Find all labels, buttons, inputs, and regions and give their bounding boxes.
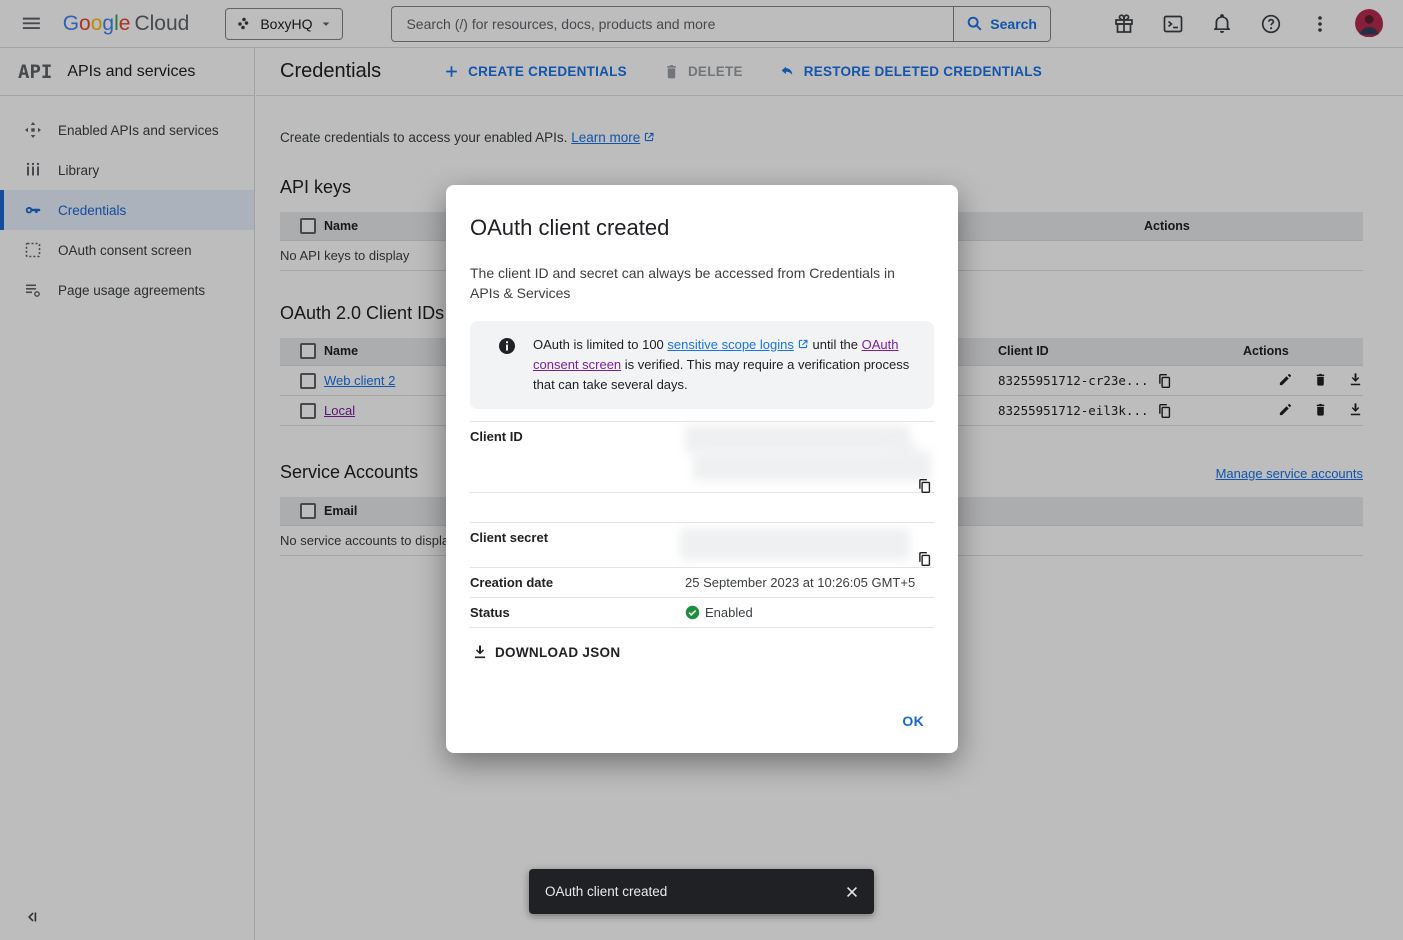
notice-text-before: OAuth is limited to 100 [533, 337, 667, 352]
spacer-row [470, 492, 934, 522]
client-id-value-redacted [685, 429, 934, 489]
status-label: Status [470, 605, 685, 620]
ok-button[interactable]: OK [894, 705, 932, 737]
redaction-blur [685, 425, 910, 453]
external-link-icon [797, 338, 809, 350]
verification-notice: OAuth is limited to 100 sensitive scope … [470, 321, 934, 409]
client-id-row: Client ID [470, 421, 934, 492]
download-json-label: DOWNLOAD JSON [495, 645, 620, 660]
status-text: Enabled [705, 605, 753, 620]
client-secret-label: Client secret [470, 530, 685, 545]
copy-icon[interactable] [917, 551, 932, 566]
download-icon [472, 644, 488, 660]
client-secret-row: Client secret [470, 522, 934, 567]
dialog-fields: Client ID Client secret Creation date 25… [470, 421, 934, 628]
notice-text-mid: until the [809, 337, 862, 352]
creation-date-value: 25 September 2023 at 10:26:05 GMT+5 [685, 575, 934, 590]
redaction-blur [890, 443, 916, 457]
oauth-client-created-dialog: OAuth client created The client ID and s… [446, 185, 958, 753]
dialog-title: OAuth client created [470, 215, 934, 241]
redaction-blur [680, 528, 910, 560]
client-secret-value-redacted [685, 530, 934, 564]
notice-text: OAuth is limited to 100 sensitive scope … [533, 335, 918, 395]
sensitive-scope-logins-link[interactable]: sensitive scope logins [667, 337, 793, 352]
toast: OAuth client created [529, 869, 874, 914]
download-json-button[interactable]: DOWNLOAD JSON [472, 644, 620, 660]
close-icon[interactable] [844, 884, 860, 900]
status-value: Enabled [685, 605, 934, 620]
creation-date-label: Creation date [470, 575, 685, 590]
info-icon [498, 337, 516, 355]
creation-date-row: Creation date 25 September 2023 at 10:26… [470, 567, 934, 597]
copy-icon[interactable] [917, 478, 932, 493]
status-row: Status Enabled [470, 597, 934, 628]
check-circle-icon [685, 605, 700, 620]
dialog-description: The client ID and secret can always be a… [470, 263, 920, 303]
toast-message: OAuth client created [545, 884, 844, 899]
client-id-label: Client ID [470, 429, 685, 444]
